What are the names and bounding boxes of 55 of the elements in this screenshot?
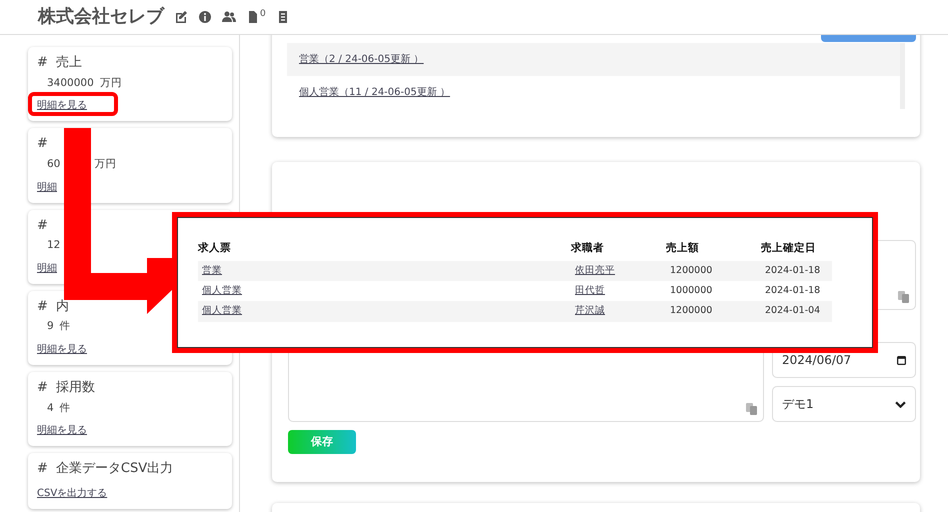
column-header: 売上額 xyxy=(666,241,700,256)
detail-link[interactable]: 明細 xyxy=(37,260,57,276)
stat-value: 12 xyxy=(47,238,60,253)
stat-value: 4 xyxy=(47,400,54,416)
detail-link[interactable]: CSVを出力する xyxy=(37,486,108,501)
detail-link[interactable]: 明細 xyxy=(37,180,57,194)
column-header: 求人票 xyxy=(198,241,232,256)
job-link[interactable]: 営業（2 / 24-06-05更新 ） xyxy=(299,54,424,65)
candidate-link[interactable]: 田代哲 xyxy=(575,285,605,296)
stat-unit: 万円 xyxy=(94,156,116,172)
select-value: デモ1 xyxy=(782,396,814,413)
card-title: 売上 xyxy=(56,54,82,72)
hash-mark: # xyxy=(37,54,48,72)
card-title: 企業データCSV出力 xyxy=(56,460,174,478)
detail-link[interactable]: 明細を見る xyxy=(37,98,87,114)
table-cell: 1200000 xyxy=(666,301,761,322)
candidate-link[interactable]: 芹沢誠 xyxy=(575,305,605,316)
stat-value: 9 xyxy=(47,319,54,334)
stat-unit: 件 xyxy=(60,400,71,416)
chevron-icon xyxy=(895,400,906,408)
detail-link[interactable]: 明細を見る xyxy=(37,423,87,438)
stat-unit: 件 xyxy=(60,319,71,334)
job-link[interactable]: 個人営業 xyxy=(202,305,242,316)
job-link[interactable]: 個人営業 xyxy=(202,285,242,296)
count-label: 0 xyxy=(260,8,266,21)
hash-mark: # xyxy=(37,298,48,316)
card-title: 内 xyxy=(56,298,69,316)
detail-link[interactable]: 明細を見る xyxy=(37,342,87,357)
table-cell: 2024-01-04 xyxy=(761,301,832,322)
hash-mark: # xyxy=(37,379,48,397)
company-title: 株式会社セレブ xyxy=(38,6,164,28)
card-title: 採用数 xyxy=(56,379,95,397)
copy-icon[interactable] xyxy=(898,291,909,303)
file-icon[interactable] xyxy=(246,10,260,24)
hash-mark: # xyxy=(37,135,48,154)
edit-icon[interactable] xyxy=(174,10,188,24)
stat-unit: 万円 xyxy=(100,76,122,90)
calendar-icon[interactable] xyxy=(897,356,906,364)
hash-mark: # xyxy=(37,460,48,478)
people-icon[interactable] xyxy=(222,10,236,24)
table-cell: 1200000 xyxy=(666,260,761,281)
table-cell: 2024-01-18 xyxy=(761,260,832,281)
stat-value: 60 xyxy=(47,156,60,172)
staff-select[interactable]: デモ1 xyxy=(772,386,916,422)
hash-mark: # xyxy=(37,216,48,234)
info-icon[interactable] xyxy=(198,10,212,24)
date-value: 2024/06/07 xyxy=(782,352,852,369)
column-header: 求職者 xyxy=(571,241,605,256)
copy-icon[interactable] xyxy=(746,403,757,415)
table-cell-text: 2024-01-18 xyxy=(764,284,822,298)
job-link[interactable]: 個人営業（11 / 24-06-05更新 ） xyxy=(299,87,450,98)
stat-value: 3400000 xyxy=(47,76,94,90)
column-header: 売上確定日 xyxy=(761,241,817,256)
job-link[interactable]: 営業 xyxy=(202,264,222,276)
table-cell-text: 1000000 xyxy=(669,284,714,298)
